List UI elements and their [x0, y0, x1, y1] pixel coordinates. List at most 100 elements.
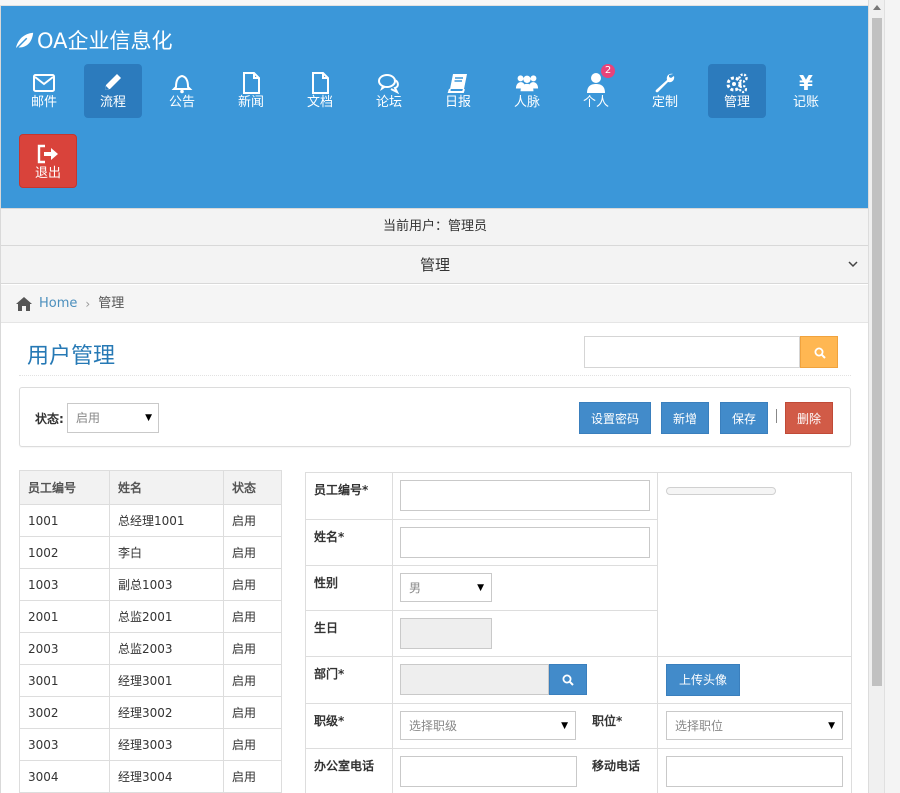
gender-select-value: 男	[409, 581, 422, 595]
notification-badge: 2	[601, 64, 615, 78]
office-phone-field[interactable]	[400, 756, 577, 787]
gears-icon	[726, 73, 748, 94]
current-user-bar: 当前用户：管理员	[1, 208, 868, 246]
file-icon	[243, 72, 260, 94]
cell-status: 启用	[223, 600, 282, 633]
cell-emp-no: 1002	[19, 536, 110, 569]
nav-customize-label: 定制	[651, 95, 678, 110]
table-row[interactable]: 3003 经理3003 启用	[19, 728, 282, 761]
table-row[interactable]: 2003 总监2003 启用	[19, 632, 282, 665]
cell-status: 启用	[223, 664, 282, 697]
cell-emp-no: 2003	[19, 632, 110, 665]
user-edit-form: 员工编号* 姓名* 性别 男 ▼ 生日 部门* 上传头像 职级* 选择职级 ▼ …	[305, 472, 852, 793]
grade-select[interactable]: 选择职级 ▼	[400, 711, 576, 740]
dropdown-arrow-icon: ▼	[145, 413, 152, 423]
cell-status: 启用	[223, 632, 282, 665]
nav-daily[interactable]: 日报	[429, 64, 487, 118]
save-button[interactable]: 保存	[720, 402, 768, 434]
scroll-up-arrow-icon[interactable]	[873, 5, 881, 10]
nav-customize[interactable]: 定制	[636, 64, 694, 118]
user-list-table: 员工编号 姓名 状态 1001 总经理1001 启用 1002 李白 启用 1003 副总…	[19, 470, 282, 793]
sign-out-icon	[37, 144, 58, 164]
submenu-toggle[interactable]: 管理	[1, 246, 868, 284]
wrench-icon	[655, 73, 675, 93]
mail-icon	[33, 74, 55, 92]
page-header: 用户管理	[19, 326, 851, 376]
logout-button[interactable]: 退出	[19, 134, 77, 188]
action-toolbar: 状态: 启用 ▼ 设置密码 新增 保存 删除	[19, 387, 851, 447]
birthday-field[interactable]	[400, 618, 492, 649]
nav-notice-label: 公告	[168, 95, 195, 110]
breadcrumb-separator: ›	[85, 296, 91, 311]
nav-news[interactable]: 新闻	[222, 64, 280, 118]
add-button[interactable]: 新增	[661, 402, 709, 434]
nav-personal-label: 个人	[582, 95, 609, 110]
table-row[interactable]: 3001 经理3001 启用	[19, 664, 282, 697]
table-row[interactable]: 3004 经理3004 启用	[19, 760, 282, 793]
dept-field[interactable]	[400, 664, 549, 695]
home-icon	[16, 296, 32, 311]
table-row[interactable]: 1001 总经理1001 启用	[19, 504, 282, 537]
cell-emp-no: 3003	[19, 728, 110, 761]
search-input[interactable]	[584, 336, 800, 368]
column-header-emp-no[interactable]: 员工编号	[19, 470, 110, 505]
search-icon	[814, 347, 826, 359]
column-header-status[interactable]: 状态	[223, 470, 282, 505]
nav-daily-label: 日报	[444, 95, 471, 110]
office-phone-label: 办公室电话	[305, 748, 393, 793]
table-row[interactable]: 3002 经理3002 启用	[19, 696, 282, 729]
gender-select[interactable]: 男 ▼	[400, 573, 492, 602]
book-icon	[447, 74, 467, 93]
cell-status: 启用	[223, 536, 282, 569]
emp-no-field[interactable]	[400, 480, 650, 511]
position-select[interactable]: 选择职位 ▼	[666, 711, 843, 740]
table-row[interactable]: 1003 副总1003 启用	[19, 568, 282, 601]
bell-icon	[171, 74, 193, 94]
nav-personal[interactable]: 个人 2	[567, 64, 625, 118]
nav-accounting[interactable]: ¥ 记账	[777, 64, 835, 118]
gender-label: 性别	[305, 565, 393, 611]
cell-emp-no: 3002	[19, 696, 110, 729]
mobile-label: 移动电话	[592, 759, 641, 773]
name-field[interactable]	[400, 527, 650, 558]
nav-news-label: 新闻	[237, 95, 264, 110]
cell-emp-no: 1003	[19, 568, 110, 601]
brand[interactable]: OA企业信息化	[13, 26, 173, 56]
main-nav: 邮件 流程 公告 新闻 文档 论坛 日报 人脉 个人 2 定制 管理 ¥ 记账 …	[15, 64, 865, 194]
toolbar-divider	[776, 409, 777, 423]
scrollbar-thumb[interactable]	[872, 18, 882, 686]
name-label: 姓名*	[305, 519, 393, 566]
pencil-icon	[105, 74, 121, 90]
column-header-name[interactable]: 姓名	[109, 470, 224, 505]
search-button[interactable]	[800, 336, 838, 368]
mobile-field[interactable]	[666, 756, 843, 787]
table-row[interactable]: 1002 李白 启用	[19, 536, 282, 569]
dept-picker	[400, 664, 657, 695]
upload-avatar-button[interactable]: 上传头像	[666, 664, 741, 696]
users-icon	[515, 75, 539, 92]
nav-mail[interactable]: 邮件	[15, 64, 73, 118]
dept-search-button[interactable]	[549, 664, 587, 695]
cell-status: 启用	[223, 728, 282, 761]
vertical-scrollbar[interactable]	[868, 0, 884, 793]
breadcrumb-home-link[interactable]: Home	[39, 285, 77, 323]
nav-process[interactable]: 流程	[84, 64, 142, 118]
top-header: OA企业信息化 邮件 流程 公告 新闻 文档 论坛 日报 人脉 个人 2 定制 …	[1, 6, 868, 208]
cell-name: 经理3001	[109, 664, 224, 697]
browser-window: OA企业信息化 邮件 流程 公告 新闻 文档 论坛 日报 人脉 个人 2 定制 …	[0, 0, 900, 793]
birthday-label: 生日	[305, 610, 393, 657]
nav-forum-label: 论坛	[375, 95, 402, 110]
page-title: 用户管理	[27, 344, 116, 369]
delete-button[interactable]: 删除	[785, 402, 833, 434]
set-password-button[interactable]: 设置密码	[579, 402, 651, 434]
nav-docs-label: 文档	[306, 95, 333, 110]
current-user-text: 当前用户：管理员	[382, 219, 487, 234]
nav-notice[interactable]: 公告	[153, 64, 211, 118]
nav-docs[interactable]: 文档	[291, 64, 349, 118]
status-select[interactable]: 启用 ▼	[67, 403, 159, 433]
table-row[interactable]: 2001 总监2001 启用	[19, 600, 282, 633]
nav-contacts[interactable]: 人脉	[498, 64, 556, 118]
cell-name: 经理3004	[109, 760, 224, 793]
nav-admin[interactable]: 管理	[708, 64, 766, 118]
nav-forum[interactable]: 论坛	[360, 64, 418, 118]
